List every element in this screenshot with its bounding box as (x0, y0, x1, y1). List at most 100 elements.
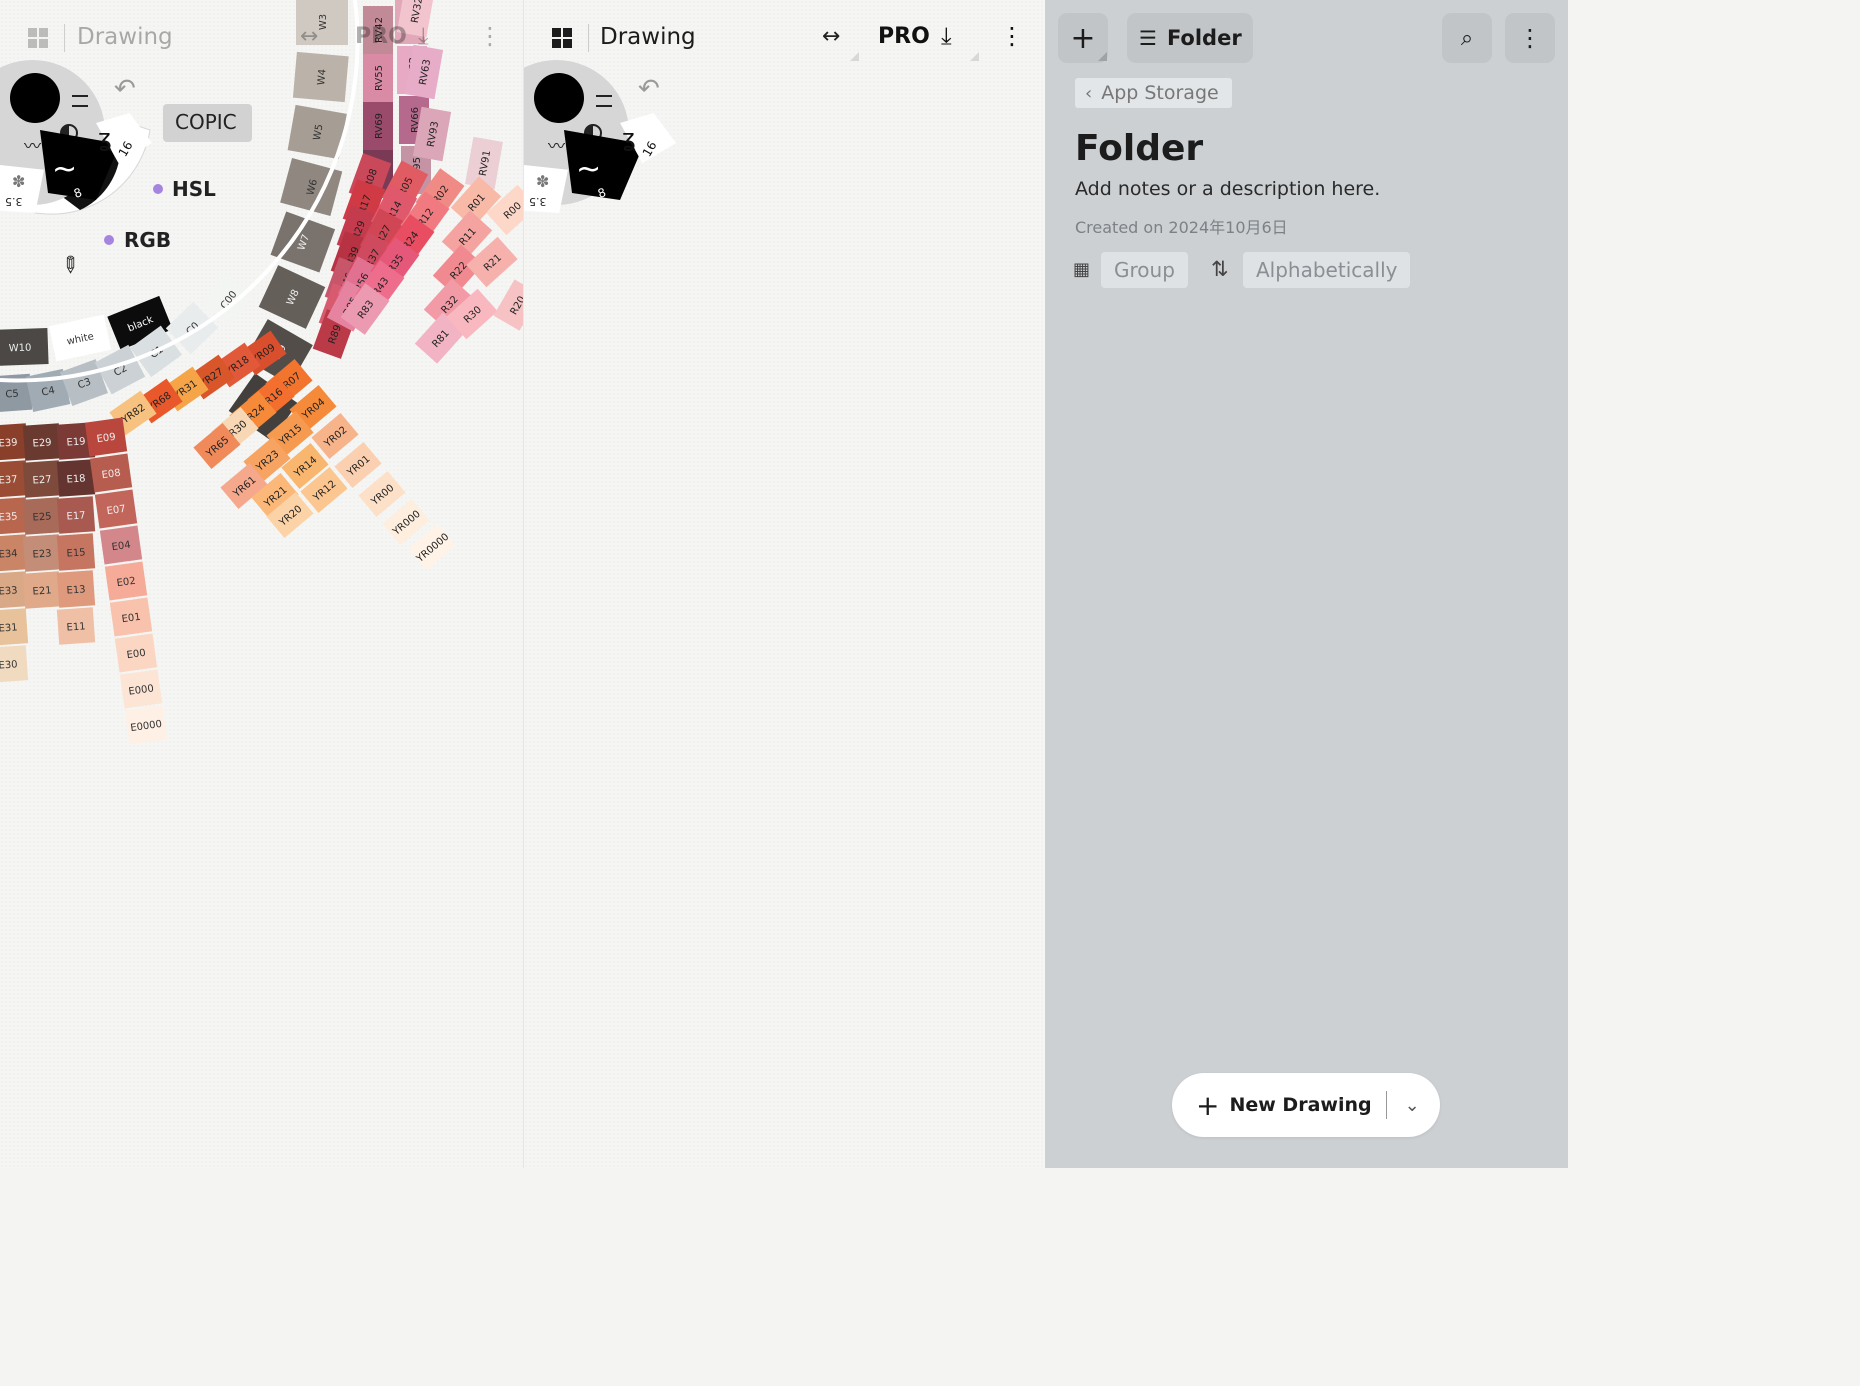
swatch-label: E17 (66, 510, 86, 522)
download-icon[interactable]: ⤓ (941, 22, 952, 50)
color-swatch[interactable]: E31 (0, 608, 29, 646)
folder-sidebar: + ☰ Folder ⌕ ⋮ ‹ App Storage Folder Add … (1045, 0, 1568, 1168)
ruler-icon[interactable]: ↔ (300, 24, 318, 49)
chevron-down-icon[interactable]: ⌄ (1405, 1095, 1420, 1116)
swatch-label: E21 (32, 585, 52, 597)
color-swatch[interactable]: RV69 (363, 102, 393, 150)
color-swatch[interactable]: E15 (56, 533, 96, 571)
divider (64, 24, 65, 52)
color-swatch[interactable]: W10 (0, 328, 49, 366)
swatch-label: E31 (0, 622, 18, 634)
download-icon[interactable]: ⤓ (418, 22, 429, 50)
divider (1385, 1091, 1387, 1119)
color-swatch[interactable]: YR01 (334, 442, 382, 488)
sort-button[interactable]: Alphabetically (1243, 252, 1411, 288)
copic-mode-label: COPIC (175, 110, 237, 134)
hsl-dot-icon (153, 184, 163, 194)
brush-size-icon: ʓ (98, 124, 112, 152)
color-swatch[interactable]: E00 (114, 633, 158, 673)
folder-list-icon: ☰ (1139, 26, 1157, 50)
swatch-label: E30 (0, 659, 18, 671)
color-swatch[interactable]: white (48, 314, 112, 362)
brush-stroke-icon: ~ (576, 152, 602, 187)
swatch-label: E27 (32, 474, 52, 486)
plus-icon: + (1196, 1088, 1220, 1122)
undo-icon[interactable]: ↶ (114, 74, 136, 104)
color-swatch[interactable]: W4 (292, 51, 349, 103)
more-vertical-icon[interactable]: ⋮ (478, 22, 502, 50)
swatch-label: E35 (0, 511, 18, 523)
color-swatch[interactable]: R20 (493, 279, 523, 331)
swatch-label: E19 (66, 436, 86, 448)
new-drawing-button[interactable]: + New Drawing ⌄ (1172, 1073, 1440, 1137)
swatch-label: RV69 (374, 113, 385, 139)
group-button[interactable]: Group (1101, 252, 1188, 288)
undo-icon[interactable]: ↶ (638, 74, 660, 104)
color-swatch[interactable]: E25 (22, 497, 62, 535)
middle-drawing-pane[interactable]: 〰 ~ 8 ʓ 16 ✽ 3.5 ↶ Drawing ↔ PRO ⤓ ⋮ (523, 0, 1046, 1168)
color-swatch[interactable]: W8 (258, 265, 326, 329)
search-button[interactable]: ⌕ (1442, 13, 1492, 63)
corner-marker (850, 52, 859, 61)
more-vertical-icon[interactable]: ⋮ (1000, 22, 1024, 50)
more-vertical-icon: ⋮ (1518, 24, 1542, 52)
breadcrumb-label: App Storage (1101, 82, 1219, 104)
color-swatch[interactable]: E01 (109, 597, 153, 637)
new-drawing-label: New Drawing (1229, 1094, 1372, 1116)
color-swatch[interactable]: E27 (22, 460, 62, 498)
color-swatch[interactable]: E09 (84, 417, 128, 457)
rgb-mode-option[interactable]: RGB (124, 228, 171, 252)
left-drawing-pane[interactable]: W3W4W5W6W7W8W9W10W10whiteblackC5C4C3C2C1… (0, 0, 523, 1168)
folder-button[interactable]: ☰ Folder (1127, 13, 1253, 63)
left-pro-button[interactable]: PRO (355, 24, 407, 49)
color-swatch[interactable]: E29 (22, 423, 62, 461)
color-swatch[interactable]: E04 (99, 525, 143, 565)
swatch-label: E34 (0, 548, 18, 560)
color-preview-dot[interactable] (534, 73, 584, 123)
sort-icon: ⇅ (1211, 257, 1229, 281)
color-swatch[interactable]: E23 (22, 534, 62, 572)
color-swatch[interactable]: E000 (119, 669, 163, 709)
swatch-label: E39 (0, 437, 18, 449)
breadcrumb[interactable]: ‹ App Storage (1075, 78, 1232, 108)
color-swatch[interactable]: RV55 (363, 54, 393, 102)
color-swatch[interactable]: E17 (56, 496, 96, 534)
hsl-mode-option[interactable]: HSL (172, 177, 216, 201)
color-swatch[interactable]: E11 (56, 607, 96, 645)
corner-marker (1098, 52, 1107, 61)
swatch-label: E25 (32, 511, 52, 523)
folder-description[interactable]: Add notes or a description here. (1075, 178, 1380, 200)
corner-marker (970, 52, 979, 61)
swatch-label: W10 (9, 343, 32, 355)
color-swatch[interactable]: E07 (94, 489, 138, 529)
color-swatch[interactable]: E18 (56, 459, 96, 497)
color-swatch[interactable]: E30 (0, 645, 29, 683)
folder-title[interactable]: Folder (1075, 128, 1203, 169)
ruler-icon[interactable]: ↔ (822, 24, 840, 49)
chevron-left-icon: ‹ (1085, 82, 1093, 104)
left-pane-title: Drawing (77, 24, 173, 50)
color-swatch[interactable]: E08 (89, 453, 133, 493)
swatch-label: E18 (66, 473, 86, 485)
color-swatch[interactable]: E02 (104, 561, 148, 601)
middle-pro-button[interactable]: PRO (878, 24, 930, 49)
rgb-dot-icon (104, 235, 114, 245)
menu-lines-icon[interactable] (596, 95, 612, 107)
color-swatch[interactable]: E0000 (124, 705, 168, 745)
color-swatch[interactable]: W7 (270, 211, 336, 273)
more-button[interactable]: ⋮ (1505, 13, 1555, 63)
folder-button-label: Folder (1166, 26, 1242, 50)
gallery-grid-icon[interactable] (552, 28, 572, 48)
brush-small-label: 3.5 (529, 195, 547, 208)
brush-size-icon: ʓ (622, 124, 636, 152)
waveform-icon[interactable]: 〰 (548, 132, 565, 157)
group-label: Group (1114, 258, 1175, 282)
swatch-label: W4 (316, 69, 328, 86)
color-swatch[interactable]: C00 (202, 273, 254, 326)
divider (588, 24, 589, 52)
swatch-label: E11 (66, 621, 86, 633)
color-swatch[interactable]: E13 (56, 570, 96, 608)
gallery-grid-icon[interactable] (28, 28, 48, 48)
color-swatch[interactable]: E21 (22, 571, 62, 609)
brush-stroke-icon: ~ (52, 152, 78, 187)
